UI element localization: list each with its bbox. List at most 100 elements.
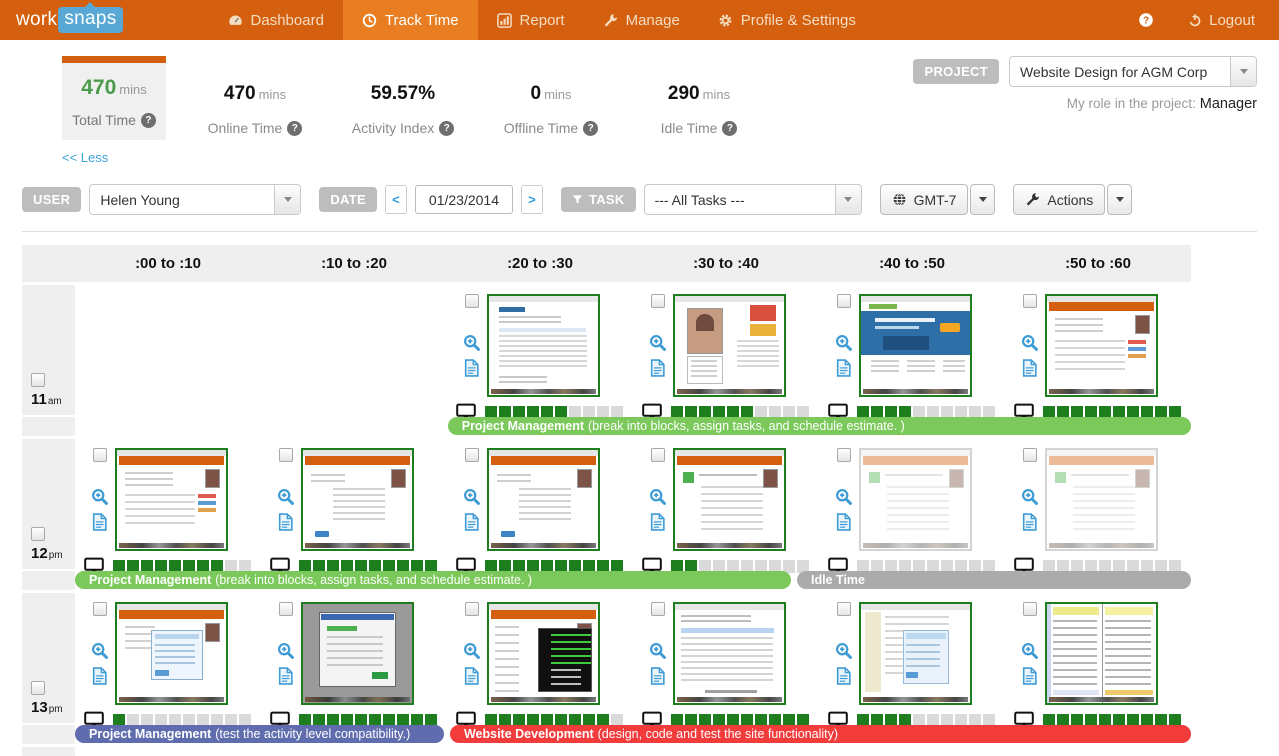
cell-checkbox[interactable] — [836, 602, 851, 616]
zoom-in-icon[interactable] — [1021, 488, 1039, 506]
zoom-in-icon[interactable] — [1021, 642, 1039, 660]
note-icon[interactable] — [463, 667, 480, 685]
zoom-in-icon[interactable] — [277, 488, 295, 506]
hour-checkbox[interactable] — [31, 373, 45, 387]
note-icon[interactable] — [835, 667, 852, 685]
note-icon[interactable] — [277, 513, 294, 531]
user-select-arrow[interactable] — [274, 185, 301, 214]
help-tooltip-icon[interactable]: ? — [140, 112, 156, 128]
screenshot-thumbnail[interactable] — [859, 294, 972, 397]
nav-item-dashboard[interactable]: Dashboard — [209, 0, 343, 40]
actions-button[interactable]: Actions — [1013, 184, 1106, 215]
next-day-button[interactable]: > — [520, 185, 543, 214]
worksnaps-logo[interactable]: work snaps — [16, 2, 123, 33]
zoom-in-icon[interactable] — [649, 642, 667, 660]
screenshot-thumbnail[interactable] — [115, 448, 228, 551]
note-icon[interactable] — [463, 359, 480, 377]
cell-checkbox[interactable] — [92, 602, 107, 616]
screenshot-thumbnail[interactable] — [1045, 294, 1158, 397]
cell-checkbox[interactable] — [464, 602, 479, 616]
cell-checkbox[interactable] — [464, 448, 479, 462]
hour-row: 13 pm — [22, 593, 1191, 729]
cell-checkbox[interactable] — [464, 294, 479, 308]
note-icon[interactable] — [1021, 667, 1038, 685]
screenshot-thumbnail[interactable] — [487, 602, 600, 705]
help-tooltip-icon[interactable]: ? — [439, 120, 455, 136]
cell-checkbox[interactable] — [278, 602, 293, 616]
zoom-in-icon[interactable] — [277, 642, 295, 660]
cell-checkbox[interactable] — [92, 448, 107, 462]
note-icon[interactable] — [463, 513, 480, 531]
screenshot-thumbnail[interactable] — [487, 294, 600, 397]
cell-checkbox[interactable] — [1022, 602, 1037, 616]
screenshot-thumbnail[interactable] — [673, 294, 786, 397]
zoom-in-icon[interactable] — [91, 488, 109, 506]
zoom-in-icon[interactable] — [835, 642, 853, 660]
stat-label: Idle Time? — [640, 120, 758, 136]
zoom-in-icon[interactable] — [835, 488, 853, 506]
zoom-in-icon[interactable] — [463, 642, 481, 660]
timezone-dropdown-button[interactable] — [970, 184, 996, 215]
zoom-in-icon[interactable] — [1021, 334, 1039, 352]
help-tooltip-icon[interactable]: ? — [583, 120, 599, 136]
prev-day-button[interactable]: < — [384, 185, 407, 214]
screenshot-thumbnail[interactable] — [487, 448, 600, 551]
cell-checkbox[interactable] — [650, 294, 665, 308]
cell-checkbox[interactable] — [836, 448, 851, 462]
screenshot-thumbnail[interactable] — [115, 602, 228, 705]
note-icon[interactable] — [649, 359, 666, 377]
hour-checkbox[interactable] — [31, 527, 45, 541]
zoom-in-icon[interactable] — [649, 334, 667, 352]
cells-row — [75, 285, 1191, 421]
date-input[interactable] — [414, 185, 513, 214]
screenshot-cell — [75, 285, 261, 415]
help-tooltip-icon[interactable]: ? — [722, 120, 738, 136]
task-select[interactable]: --- All Tasks --- — [643, 184, 862, 215]
screenshot-thumbnail[interactable] — [859, 602, 972, 705]
zoom-in-icon[interactable] — [649, 488, 667, 506]
actions-dropdown-button[interactable] — [1107, 184, 1133, 215]
cell-checkbox[interactable] — [1022, 448, 1037, 462]
note-icon[interactable] — [91, 513, 108, 531]
cell-checkbox[interactable] — [278, 448, 293, 462]
project-select-arrow[interactable] — [1230, 57, 1256, 86]
help-icon[interactable]: ? — [1138, 12, 1154, 28]
note-icon[interactable] — [649, 513, 666, 531]
timezone-button[interactable]: GMT-7 — [879, 184, 969, 215]
note-icon[interactable] — [649, 667, 666, 685]
note-icon[interactable] — [277, 667, 294, 685]
zoom-in-icon[interactable] — [835, 334, 853, 352]
screenshot-thumbnail[interactable] — [673, 448, 786, 551]
hour-checkbox[interactable] — [31, 681, 45, 695]
note-icon[interactable] — [91, 667, 108, 685]
nav-item-profile-settings[interactable]: Profile & Settings — [699, 0, 875, 40]
screenshot-cell — [1005, 439, 1191, 575]
task-select-arrow[interactable] — [834, 185, 861, 214]
note-icon[interactable] — [1021, 513, 1038, 531]
screenshot-thumbnail[interactable] — [1045, 448, 1158, 551]
zoom-in-icon[interactable] — [91, 642, 109, 660]
screenshot-thumbnail[interactable] — [301, 602, 414, 705]
screenshot-thumbnail[interactable] — [301, 448, 414, 551]
logout-button[interactable]: Logout — [1188, 12, 1255, 29]
screenshot-thumbnail[interactable] — [859, 448, 972, 551]
note-icon[interactable] — [1021, 359, 1038, 377]
note-icon[interactable] — [835, 359, 852, 377]
project-select[interactable]: Website Design for AGM Corp — [1009, 56, 1257, 87]
task-bar-area: Project Management (test the activity lev… — [75, 725, 1191, 744]
note-icon[interactable] — [835, 513, 852, 531]
nav-item-report[interactable]: Report — [478, 0, 584, 40]
screenshot-thumbnail[interactable] — [1045, 602, 1158, 705]
user-select[interactable]: Helen Young — [89, 184, 302, 215]
zoom-in-icon[interactable] — [463, 334, 481, 352]
cell-checkbox[interactable] — [650, 602, 665, 616]
help-tooltip-icon[interactable]: ? — [287, 120, 303, 136]
nav-item-track-time[interactable]: Track Time — [342, 0, 478, 40]
cell-checkbox[interactable] — [836, 294, 851, 308]
cell-checkbox[interactable] — [1022, 294, 1037, 308]
screenshot-thumbnail[interactable] — [673, 602, 786, 705]
less-link[interactable]: << Less — [62, 150, 108, 165]
cell-checkbox[interactable] — [650, 448, 665, 462]
nav-item-manage[interactable]: Manage — [584, 0, 699, 40]
zoom-in-icon[interactable] — [463, 488, 481, 506]
